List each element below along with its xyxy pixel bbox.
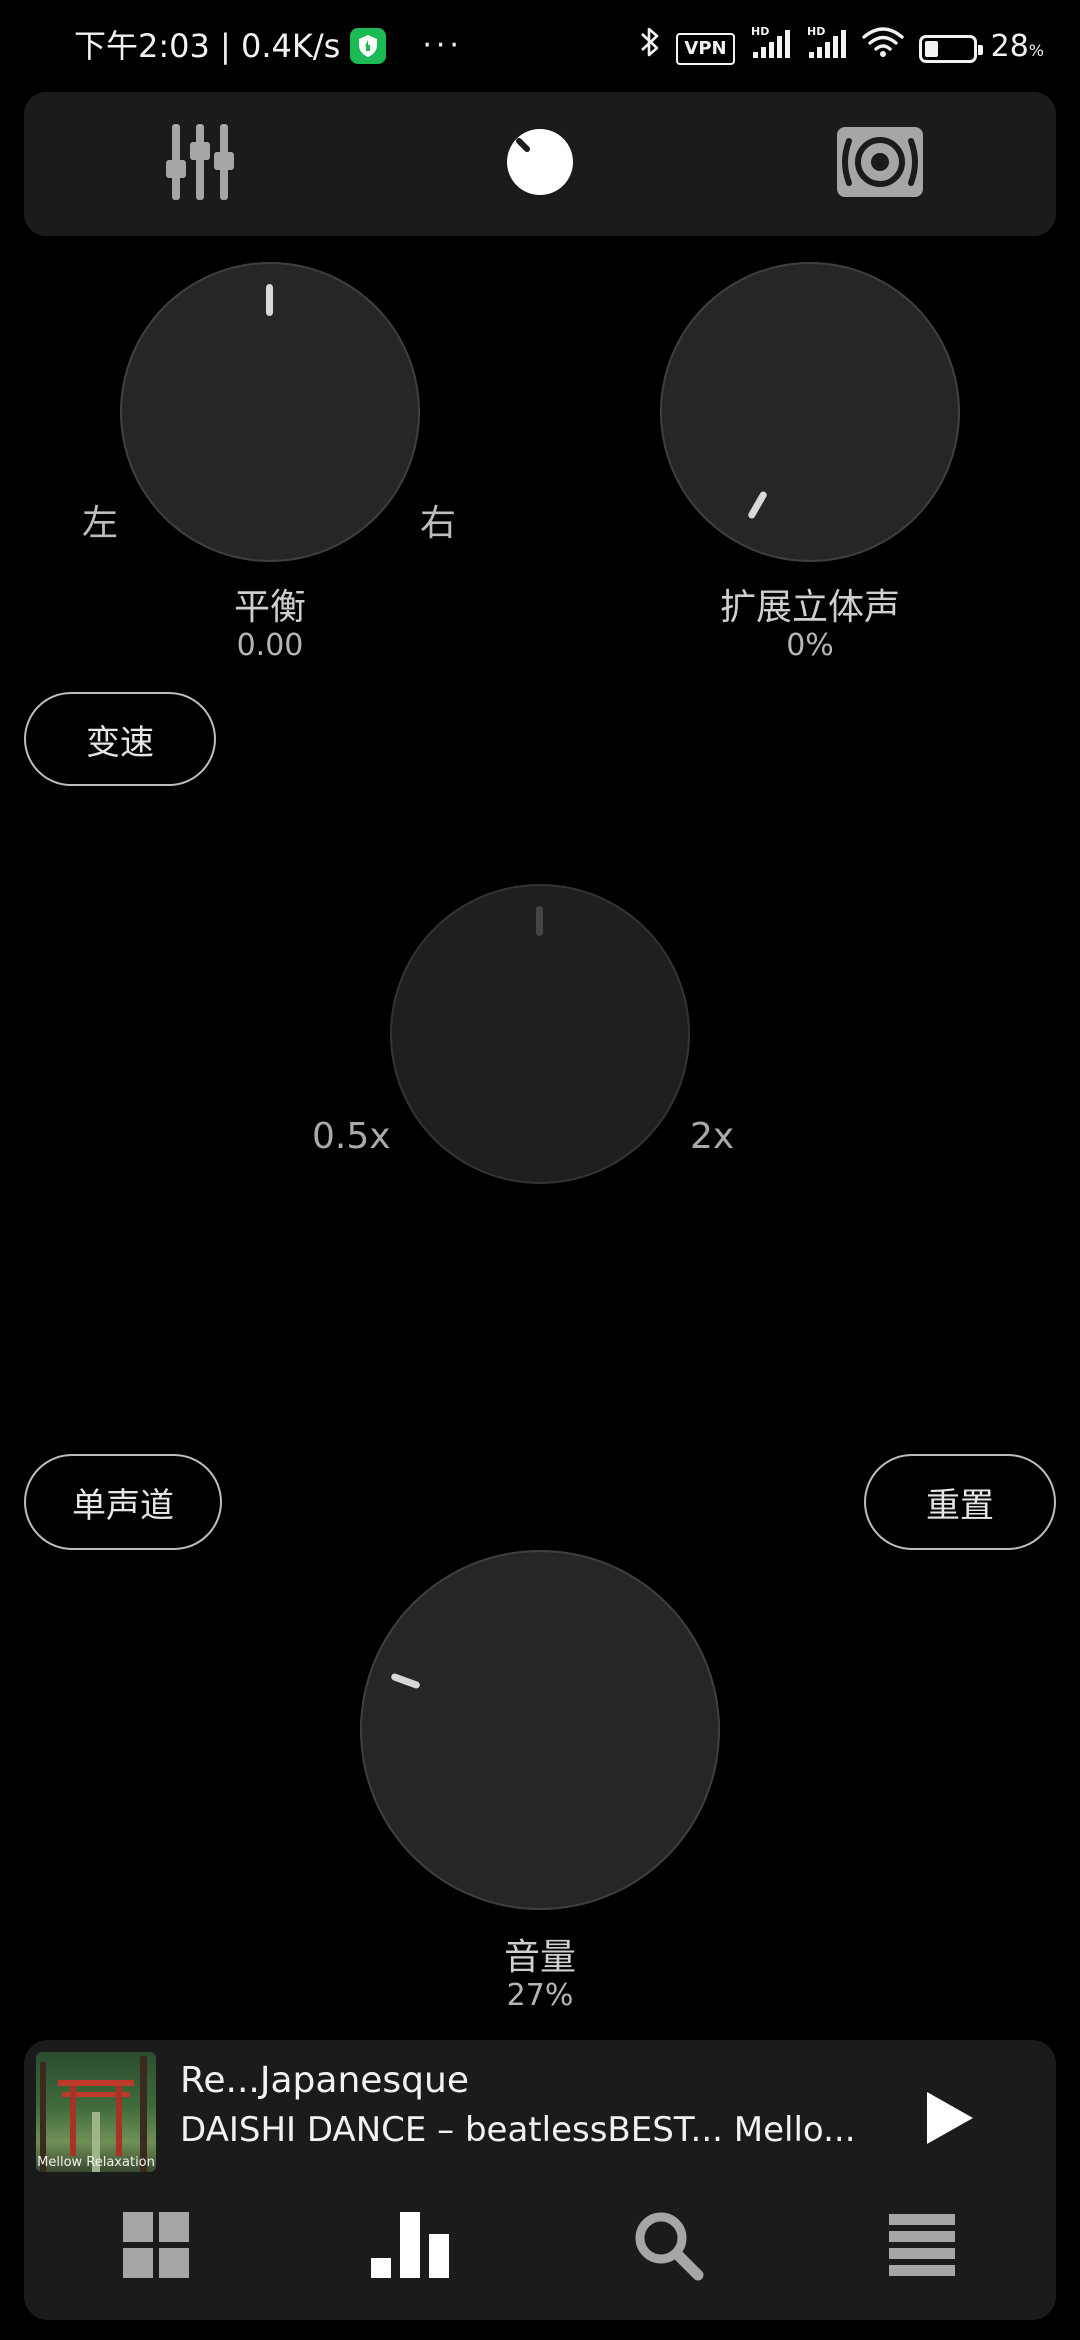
stereo-knob-indicator: [746, 490, 769, 520]
stereo-value: 0%: [786, 628, 834, 663]
balance-knob[interactable]: [120, 262, 420, 562]
nav-search[interactable]: [618, 2200, 718, 2290]
play-button[interactable]: [920, 2088, 980, 2148]
speaker-icon: [835, 125, 925, 203]
reset-button[interactable]: 重置: [864, 1454, 1056, 1550]
bluetooth-icon: [638, 25, 662, 72]
stereo-expand-knob[interactable]: [660, 262, 960, 562]
play-icon: [927, 2092, 973, 2144]
balance-label: 平衡: [233, 587, 306, 628]
speed-toggle-button[interactable]: 变速: [24, 692, 216, 786]
speed-max-label: 2x: [690, 1116, 735, 1157]
svg-text:HD: HD: [751, 25, 769, 38]
speed-min-label: 0.5x: [312, 1116, 391, 1157]
signal-hd-icon: HD: [749, 24, 791, 73]
signal-hd-icon: HD: [805, 24, 847, 73]
balance-value: 0.00: [236, 628, 304, 663]
album-caption: Mellow Relaxation: [37, 2155, 155, 2170]
tab-equalizer[interactable]: [100, 92, 300, 236]
speed-knob: [390, 884, 690, 1184]
effects-tab-bar: [24, 92, 1056, 236]
status-time-speed: 下午2:03 | 0.4K/s: [74, 27, 341, 65]
status-left: 下午2:03 | 0.4K/s ···: [74, 24, 463, 68]
battery-percent-symbol: %: [1028, 40, 1044, 60]
track-title[interactable]: Re...Japanesque: [180, 2060, 469, 2101]
vpn-icon: VPN: [676, 32, 735, 65]
nav-library[interactable]: [106, 2200, 206, 2290]
more-notifications: ···: [422, 28, 463, 63]
status-bar: 下午2:03 | 0.4K/s ··· VPN HD HD 28%: [0, 0, 1080, 92]
svg-text:HD: HD: [807, 25, 825, 38]
volume-value: 27%: [506, 1978, 574, 2013]
album-art[interactable]: Mellow Relaxation: [36, 2052, 156, 2172]
battery-fill: [924, 40, 938, 57]
volume-knob[interactable]: [360, 1550, 720, 1910]
mono-button[interactable]: 单声道: [24, 1454, 222, 1550]
search-icon: [635, 2212, 704, 2281]
volume-knob-indicator: [390, 1672, 421, 1690]
balance-right-label: 右: [420, 503, 457, 544]
battery-percent-value: 28: [990, 28, 1029, 64]
battery-percent: 28%: [991, 25, 1044, 73]
mini-player: Mellow Relaxation Re...Japanesque DAISHI…: [24, 2040, 1056, 2320]
speed-knob-indicator: [536, 906, 543, 936]
nav-effects[interactable]: [360, 2200, 460, 2290]
knob-icon: [505, 127, 575, 201]
bar-chart-icon: [371, 2212, 449, 2278]
nav-menu[interactable]: [872, 2200, 972, 2290]
volume-label: 音量: [503, 1937, 576, 1978]
tab-speaker[interactable]: [780, 92, 980, 236]
wifi-icon: [861, 25, 905, 72]
stereo-label: 扩展立体声: [719, 587, 900, 628]
battery-icon: [918, 34, 983, 63]
menu-icon: [889, 2214, 955, 2276]
equalizer-sliders-icon: [166, 122, 234, 206]
status-right: VPN HD HD 28%: [638, 24, 1044, 73]
balance-left-label: 左: [82, 503, 119, 544]
track-artist[interactable]: DAISHI DANCE – beatlessBEST... Mello...: [180, 2110, 920, 2150]
torii-gate-image: [40, 2056, 147, 2172]
shield-icon: [350, 28, 387, 64]
tab-knobs[interactable]: [440, 92, 640, 236]
grid-icon: [123, 2212, 189, 2278]
balance-knob-indicator: [266, 284, 273, 316]
